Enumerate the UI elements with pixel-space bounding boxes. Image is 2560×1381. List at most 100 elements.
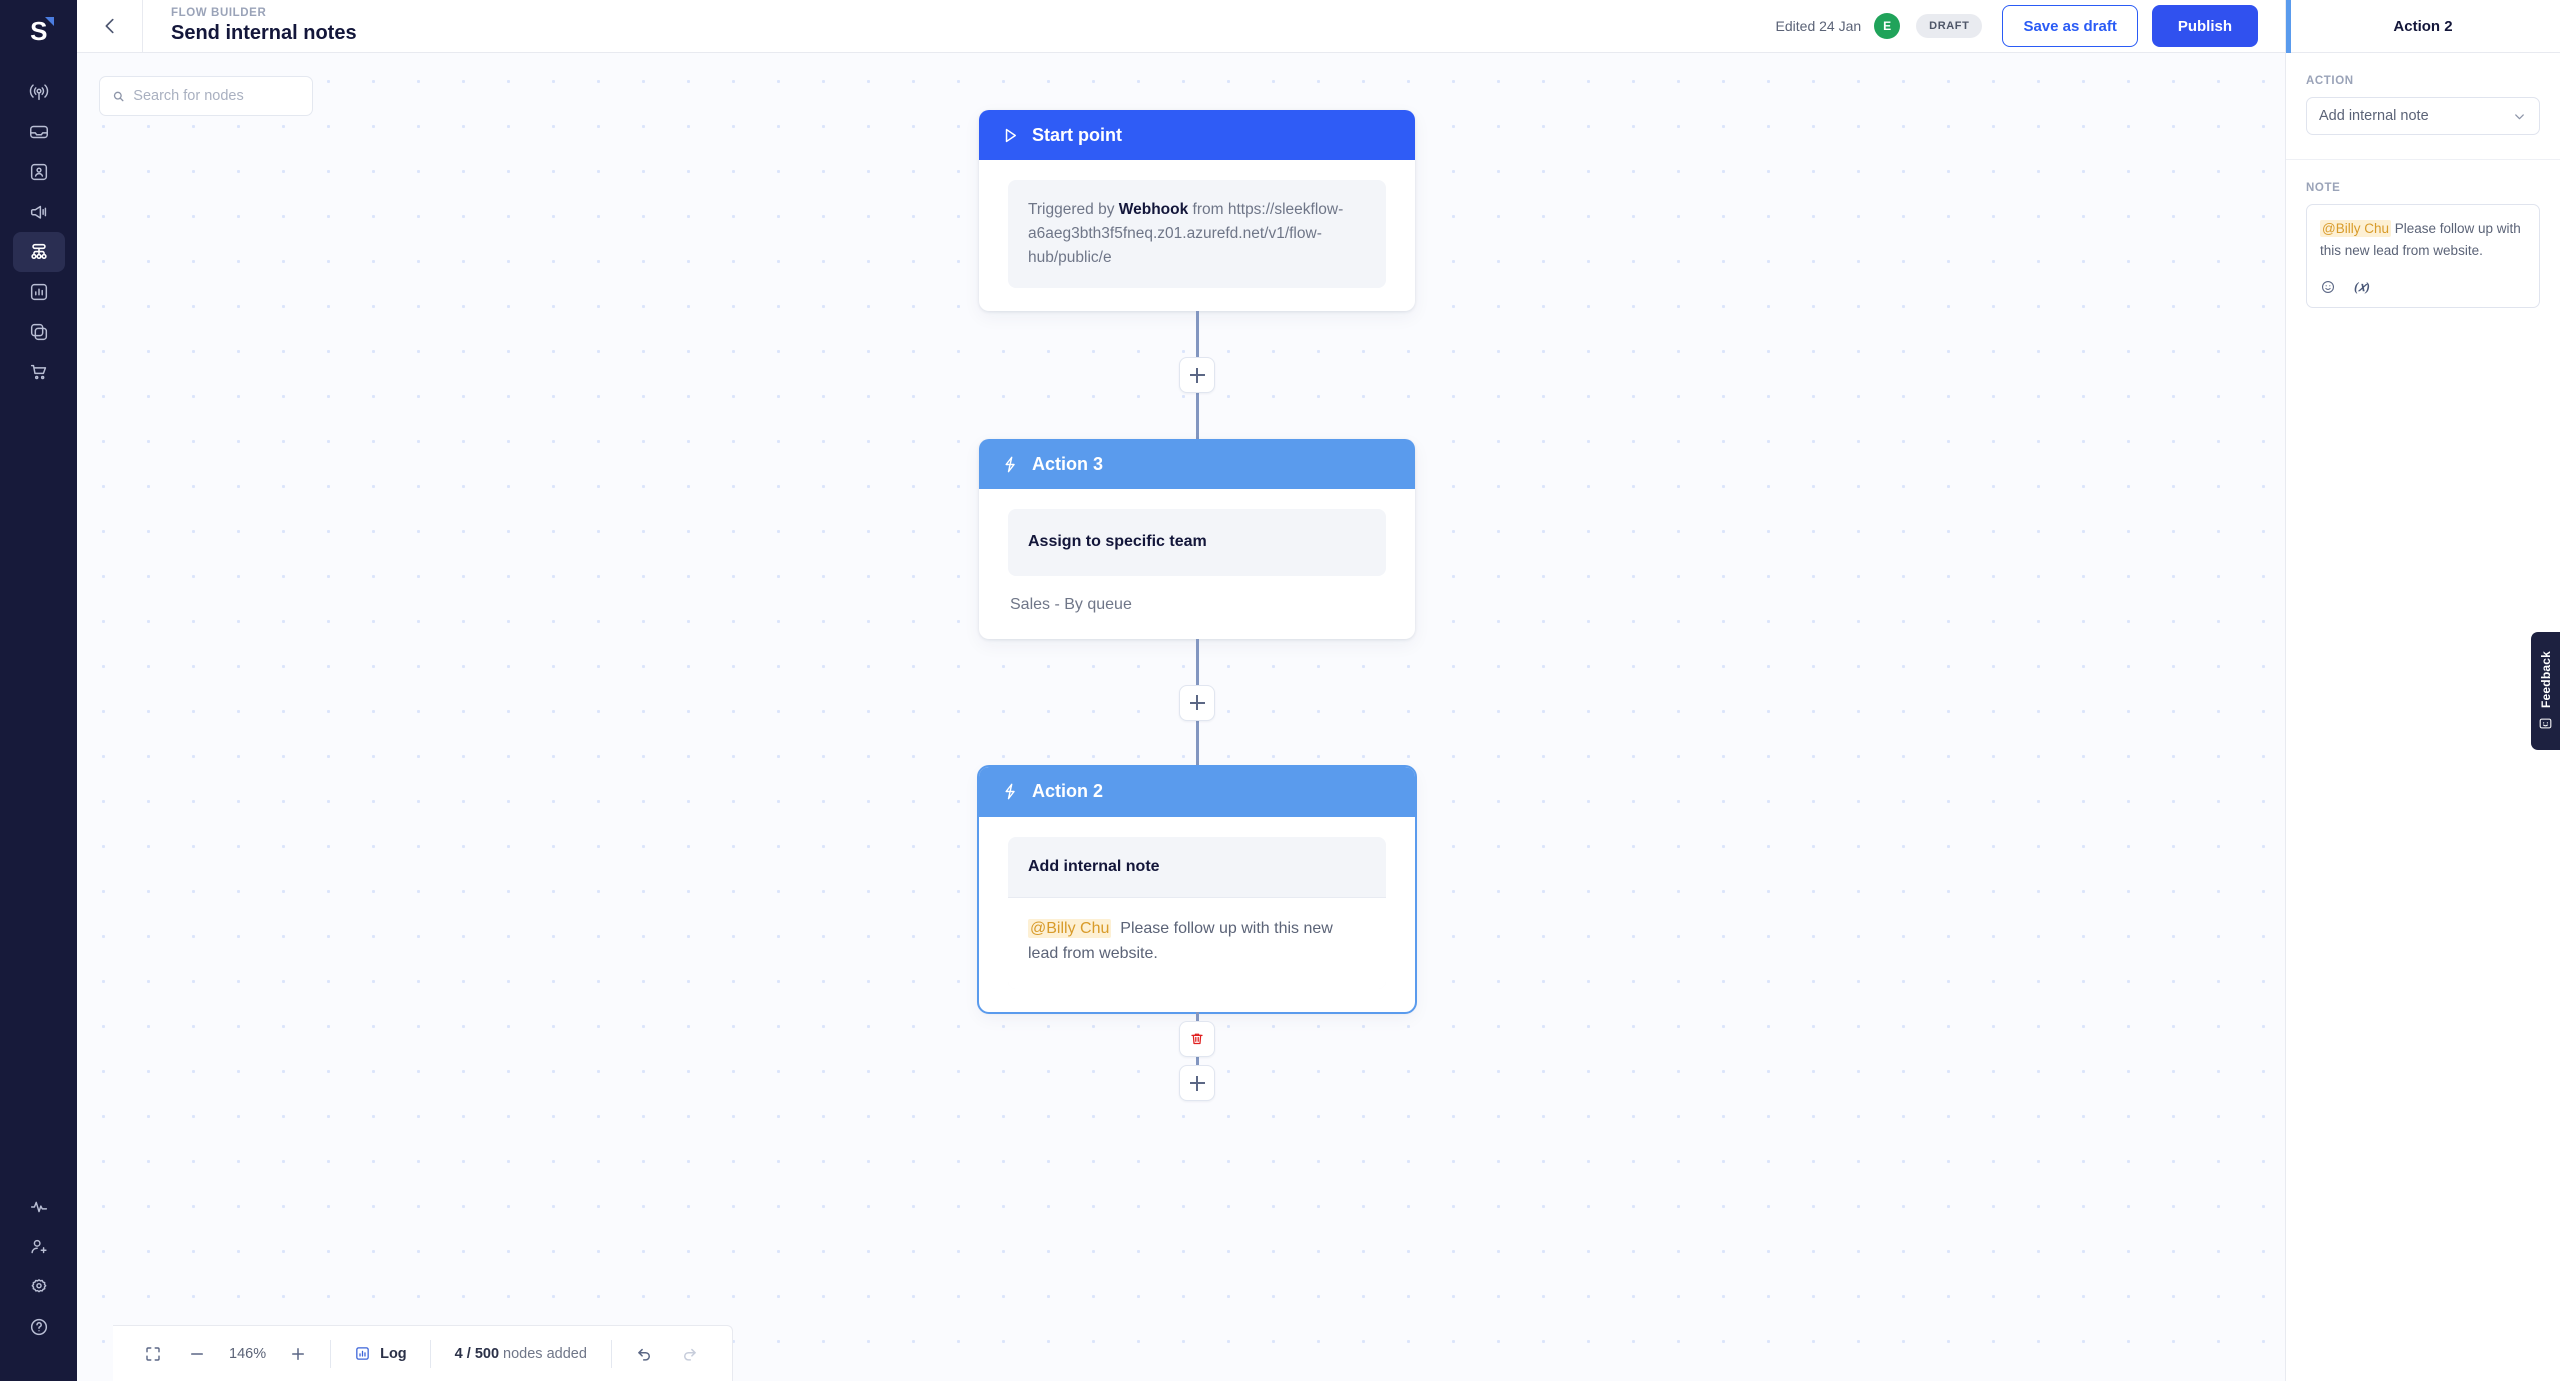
search-nodes-box[interactable] bbox=[99, 76, 313, 116]
sidebar-item-invite-user[interactable] bbox=[13, 1227, 65, 1267]
sidebar-item-broadcast[interactable] bbox=[13, 72, 65, 112]
broadcast-icon bbox=[29, 84, 48, 101]
nodes-count-suffix: nodes added bbox=[499, 1345, 587, 1362]
gear-icon bbox=[31, 1279, 46, 1293]
app-logo[interactable]: S bbox=[0, 0, 77, 62]
sidebar-item-campaigns[interactable] bbox=[13, 192, 65, 232]
node-title-start-point: Start point bbox=[1032, 124, 1122, 145]
flow-builder-icon bbox=[30, 243, 47, 260]
note-field-label: NOTE bbox=[2306, 182, 2341, 194]
trigger-description: Triggered by Webhook from https://sleekf… bbox=[1008, 180, 1386, 289]
connector-2 bbox=[979, 638, 1415, 767]
megaphone-icon bbox=[30, 205, 46, 219]
top-header: FLOW BUILDER Send internal notes Edited … bbox=[77, 0, 2285, 53]
flow-node-action-2[interactable]: Action 2 Add internal note @Billy Chu Pl… bbox=[977, 764, 1417, 1015]
connector-line bbox=[1195, 720, 1199, 767]
flow-graph: Start point Triggered by Webhook from ht… bbox=[977, 110, 1417, 1102]
action-2-title: Add internal note bbox=[1028, 857, 1160, 875]
node-title-action-3: Action 3 bbox=[1032, 453, 1104, 474]
nodes-counter: 4 / 500 nodes added bbox=[441, 1346, 601, 1362]
page-eyebrow: FLOW BUILDER bbox=[171, 6, 267, 19]
feedback-tab[interactable]: Feedback bbox=[2531, 632, 2560, 750]
connector-line bbox=[1195, 1012, 1199, 1022]
trigger-prefix: Triggered by bbox=[1028, 201, 1119, 218]
header-actions: Edited 24 Jan E DRAFT Save as draft Publ… bbox=[1776, 5, 2285, 47]
save-as-draft-button[interactable]: Save as draft bbox=[2002, 5, 2138, 47]
sidebar-item-analytics[interactable] bbox=[13, 272, 65, 312]
lightning-icon bbox=[1005, 456, 1015, 472]
main-area: FLOW BUILDER Send internal notes Edited … bbox=[77, 0, 2285, 1381]
action-2-note: @Billy Chu Please follow up with this ne… bbox=[1008, 896, 1386, 990]
integrations-icon bbox=[30, 323, 47, 341]
note-editor-text[interactable]: @Billy Chu Please follow up with this ne… bbox=[2320, 218, 2526, 261]
sidebar-item-activity[interactable] bbox=[13, 1187, 65, 1227]
flow-canvas[interactable]: Start point Triggered by Webhook from ht… bbox=[77, 53, 2285, 1381]
add-node-button-1[interactable] bbox=[1179, 357, 1215, 394]
sidebar-item-help[interactable] bbox=[13, 1307, 65, 1347]
action-3-title: Assign to specific team bbox=[1008, 509, 1386, 576]
edited-timestamp: Edited 24 Jan bbox=[1775, 18, 1862, 34]
toolbar-divider bbox=[610, 1339, 612, 1368]
connector-line bbox=[1195, 638, 1199, 685]
play-icon bbox=[1005, 128, 1017, 142]
mention-chip: @Billy Chu bbox=[2320, 220, 2391, 237]
app-root: S FLOW BUILDER Send internal notes Edite… bbox=[0, 0, 2560, 1381]
arrow-left-icon bbox=[105, 18, 114, 34]
sidebar-item-integrations[interactable] bbox=[13, 312, 65, 352]
minus-icon bbox=[191, 1352, 203, 1355]
action-select-value: Add internal note bbox=[2319, 108, 2429, 124]
zoom-level: 146% bbox=[229, 1345, 267, 1362]
activity-icon bbox=[30, 1201, 47, 1213]
sidebar-item-settings[interactable] bbox=[13, 1267, 65, 1307]
add-node-button-2[interactable] bbox=[1179, 684, 1215, 721]
node-header-action-3: Action 3 bbox=[979, 439, 1415, 490]
breadcrumb: FLOW BUILDER Send internal notes bbox=[143, 7, 357, 46]
log-button[interactable]: Log bbox=[341, 1326, 420, 1381]
fit-view-button[interactable] bbox=[131, 1326, 175, 1381]
flow-node-action-3[interactable]: Action 3 Assign to specific team Sales -… bbox=[979, 439, 1415, 639]
toolbar-divider bbox=[330, 1339, 332, 1368]
redo-button[interactable] bbox=[667, 1326, 712, 1381]
sidebar-item-inbox[interactable] bbox=[13, 112, 65, 152]
left-nav-rail: S bbox=[0, 0, 77, 1381]
variable-icon[interactable]: (𝑥) bbox=[2354, 279, 2370, 295]
publish-button[interactable]: Publish bbox=[2151, 5, 2258, 47]
panel-accent-bar bbox=[2286, 0, 2291, 53]
action-select[interactable]: Add internal note bbox=[2306, 97, 2540, 135]
action-3-subtext: Sales - By queue bbox=[1010, 595, 1132, 613]
flow-node-start-point[interactable]: Start point Triggered by Webhook from ht… bbox=[979, 110, 1415, 312]
properties-panel: Action 2 ACTION Add internal note NOTE @… bbox=[2285, 0, 2560, 1381]
avatar[interactable]: E bbox=[1874, 13, 1901, 39]
search-input[interactable] bbox=[133, 88, 300, 104]
panel-note-section: NOTE @Billy Chu Please follow up with th… bbox=[2286, 160, 2560, 332]
toolbar-divider bbox=[429, 1339, 431, 1368]
node-header-start-point: Start point bbox=[979, 110, 1415, 160]
trigger-source: Webhook bbox=[1118, 201, 1189, 218]
undo-button[interactable] bbox=[622, 1326, 667, 1381]
search-icon bbox=[113, 91, 124, 101]
contacts-icon bbox=[30, 163, 47, 181]
log-chart-icon bbox=[356, 1347, 369, 1360]
status-badge: DRAFT bbox=[1916, 14, 1983, 38]
lightning-icon bbox=[1005, 784, 1015, 800]
node-title-action-2: Action 2 bbox=[1032, 781, 1104, 802]
undo-icon bbox=[638, 1348, 650, 1361]
sidebar-item-flow-builder[interactable] bbox=[12, 232, 65, 272]
nav-bottom-items bbox=[13, 1187, 65, 1381]
feedback-label: Feedback bbox=[2538, 650, 2553, 708]
delete-node-button[interactable] bbox=[1179, 1021, 1215, 1058]
emoji-icon[interactable] bbox=[2320, 279, 2336, 295]
feedback-face-icon bbox=[2539, 719, 2552, 729]
zoom-out-button[interactable] bbox=[175, 1326, 219, 1381]
nav-items bbox=[12, 72, 65, 392]
canvas-toolbar: 146% Log 4 / 500 nodes added bbox=[113, 1325, 733, 1381]
panel-header: Action 2 bbox=[2286, 0, 2560, 53]
emoji-smiley-icon bbox=[2322, 281, 2334, 294]
add-node-button-3[interactable] bbox=[1179, 1065, 1215, 1102]
note-editor[interactable]: @Billy Chu Please follow up with this ne… bbox=[2306, 204, 2540, 309]
sidebar-item-contacts[interactable] bbox=[13, 152, 65, 192]
back-button[interactable] bbox=[77, 0, 143, 53]
sidebar-item-commerce[interactable] bbox=[13, 352, 65, 392]
log-label: Log bbox=[380, 1345, 407, 1362]
zoom-in-button[interactable] bbox=[276, 1326, 320, 1381]
